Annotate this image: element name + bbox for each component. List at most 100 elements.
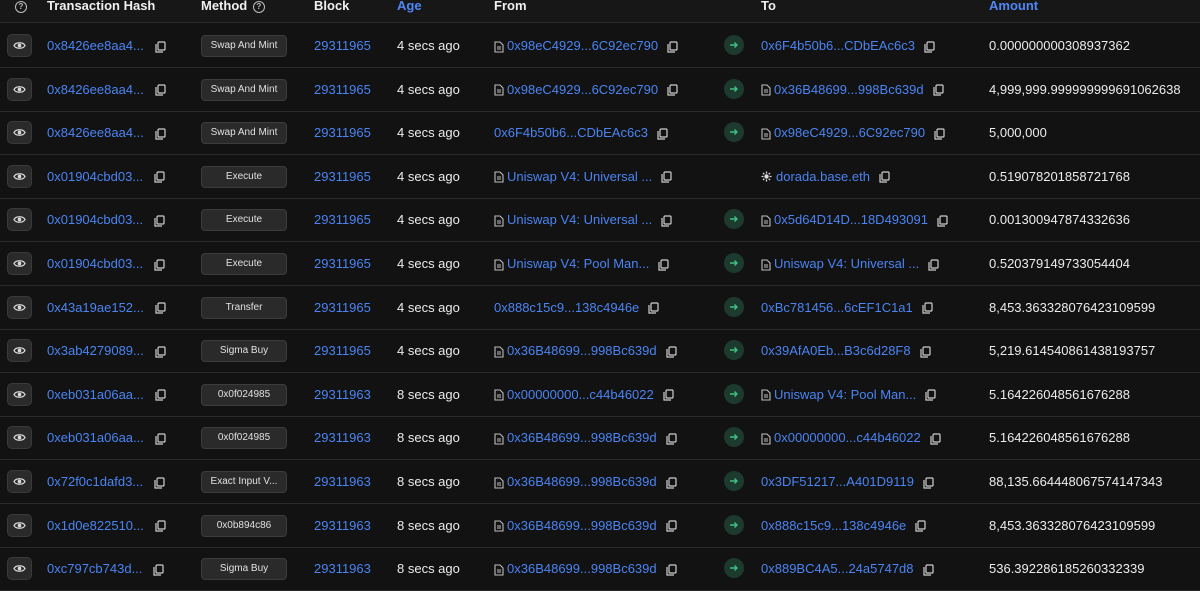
question-circle-icon[interactable]: ?: [252, 1, 265, 13]
copy-icon[interactable]: [658, 258, 669, 271]
block-link[interactable]: 29311965: [314, 111, 371, 154]
to-address-link[interactable]: 0x39AfA0Eb...B3c6d28F8: [761, 343, 911, 358]
to-address-link[interactable]: 0xBc781456...6cEF1C1a1: [761, 300, 913, 315]
to-address-link[interactable]: Uniswap V4: Universal ...: [774, 256, 919, 271]
block-link[interactable]: 29311965: [314, 24, 371, 67]
block-link[interactable]: 29311963: [314, 460, 371, 503]
copy-icon[interactable]: [667, 84, 678, 96]
header-age-toggle[interactable]: Age: [397, 0, 422, 12]
copy-icon[interactable]: [922, 564, 934, 576]
from-address-link[interactable]: 0x36B48699...998Bc639d: [507, 430, 657, 445]
view-details-button[interactable]: [7, 164, 32, 188]
to-address-link[interactable]: 0x6F4b50b6...CDbEAc6c3: [761, 38, 915, 53]
copy-icon[interactable]: [666, 346, 677, 358]
copy-icon[interactable]: [922, 302, 933, 314]
copy-icon[interactable]: [648, 302, 659, 314]
header-amount-toggle[interactable]: Amount: [989, 0, 1038, 12]
from-address-link[interactable]: 0x36B48699...998Bc639d: [507, 343, 657, 358]
to-address-link[interactable]: 0x00000000...c44b46022: [774, 430, 921, 445]
copy-icon[interactable]: [930, 433, 941, 445]
copy-icon[interactable]: [155, 302, 166, 314]
block-link[interactable]: 29311965: [314, 329, 371, 372]
copy-icon[interactable]: [666, 564, 677, 576]
tx-hash-link[interactable]: 0xeb031a06aa...: [47, 430, 144, 445]
copy-icon[interactable]: [154, 476, 165, 489]
block-link[interactable]: 29311965: [314, 242, 371, 285]
copy-icon[interactable]: [154, 258, 165, 271]
copy-icon[interactable]: [920, 346, 931, 358]
to-address-link[interactable]: 0x888c15c9...138c4946e: [761, 518, 906, 533]
copy-icon[interactable]: [667, 40, 678, 53]
block-link[interactable]: 29311963: [314, 373, 371, 416]
question-circle-icon[interactable]: ?: [15, 1, 27, 13]
copy-icon[interactable]: [155, 389, 166, 401]
view-details-button[interactable]: [7, 77, 32, 101]
tx-hash-link[interactable]: 0x8426ee8aa4...: [47, 125, 144, 140]
from-address-link[interactable]: 0x00000000...c44b46022: [507, 387, 654, 402]
block-link[interactable]: 29311963: [314, 504, 371, 547]
to-address-link[interactable]: 0x98eC4929...6C92ec790: [774, 125, 925, 140]
to-address-link[interactable]: Uniswap V4: Pool Man...: [774, 387, 916, 402]
copy-icon[interactable]: [925, 389, 936, 401]
copy-icon[interactable]: [933, 84, 944, 96]
from-address-link[interactable]: 0x36B48699...998Bc639d: [507, 561, 657, 576]
tx-hash-link[interactable]: 0x8426ee8aa4...: [47, 38, 144, 53]
copy-icon[interactable]: [155, 346, 166, 358]
block-link[interactable]: 29311963: [314, 547, 371, 590]
copy-icon[interactable]: [153, 564, 165, 576]
from-address-link[interactable]: Uniswap V4: Pool Man...: [507, 256, 649, 271]
copy-icon[interactable]: [915, 520, 926, 532]
copy-icon[interactable]: [924, 40, 935, 53]
view-details-button[interactable]: [7, 426, 32, 450]
tx-hash-link[interactable]: 0x01904cbd03...: [47, 169, 143, 184]
info-column-header[interactable]: ?: [13, 0, 27, 13]
view-details-button[interactable]: [7, 470, 32, 493]
view-details-button[interactable]: [7, 382, 32, 406]
to-address-link[interactable]: 0x36B48699...998Bc639d: [774, 82, 924, 97]
copy-icon[interactable]: [657, 128, 668, 140]
from-address-link[interactable]: 0x98eC4929...6C92ec790: [507, 38, 658, 53]
copy-icon[interactable]: [154, 171, 165, 183]
tx-hash-link[interactable]: 0x01904cbd03...: [47, 256, 143, 271]
block-link[interactable]: 29311963: [314, 416, 371, 459]
block-link[interactable]: 29311965: [314, 286, 371, 329]
tx-hash-link[interactable]: 0x1d0e822510...: [47, 518, 144, 533]
copy-icon[interactable]: [879, 171, 890, 183]
view-details-button[interactable]: [7, 121, 32, 145]
to-address-link[interactable]: 0x3DF51217...A401D9119: [761, 474, 914, 489]
to-address-link[interactable]: 0x5d64D14D...18D493091: [774, 212, 928, 227]
from-address-link[interactable]: 0x888c15c9...138c4946e: [494, 300, 639, 315]
copy-icon[interactable]: [661, 215, 672, 227]
tx-hash-link[interactable]: 0x43a19ae152...: [47, 300, 144, 315]
tx-hash-link[interactable]: 0x01904cbd03...: [47, 212, 143, 227]
copy-icon[interactable]: [928, 258, 939, 271]
view-details-button[interactable]: [7, 339, 32, 363]
block-link[interactable]: 29311965: [314, 155, 371, 198]
from-address-link[interactable]: Uniswap V4: Universal ...: [507, 212, 652, 227]
from-address-link[interactable]: 0x36B48699...998Bc639d: [507, 518, 657, 533]
from-address-link[interactable]: 0x6F4b50b6...CDbEAc6c3: [494, 125, 648, 140]
copy-icon[interactable]: [937, 215, 948, 227]
view-details-button[interactable]: [7, 513, 32, 537]
view-details-button[interactable]: [7, 557, 32, 581]
copy-icon[interactable]: [155, 520, 166, 532]
to-address-link[interactable]: 0x889BC4A5...24a5747d8: [761, 561, 914, 576]
tx-hash-link[interactable]: 0x8426ee8aa4...: [47, 82, 144, 97]
copy-icon[interactable]: [155, 128, 166, 140]
tx-hash-link[interactable]: 0xc797cb743d...: [47, 561, 142, 576]
copy-icon[interactable]: [661, 171, 672, 183]
copy-icon[interactable]: [923, 476, 934, 489]
view-details-button[interactable]: [7, 208, 32, 232]
block-link[interactable]: 29311965: [314, 198, 371, 241]
tx-hash-link[interactable]: 0xeb031a06aa...: [47, 387, 144, 402]
tx-hash-link[interactable]: 0x72f0c1dafd3...: [47, 474, 143, 489]
copy-icon[interactable]: [155, 433, 166, 445]
view-details-button[interactable]: [7, 295, 32, 319]
block-link[interactable]: 29311965: [314, 68, 371, 111]
copy-icon[interactable]: [666, 433, 677, 445]
from-address-link[interactable]: 0x98eC4929...6C92ec790: [507, 82, 658, 97]
copy-icon[interactable]: [934, 128, 945, 140]
copy-icon[interactable]: [155, 40, 166, 53]
view-details-button[interactable]: [7, 252, 32, 275]
tx-hash-link[interactable]: 0x3ab4279089...: [47, 343, 144, 358]
